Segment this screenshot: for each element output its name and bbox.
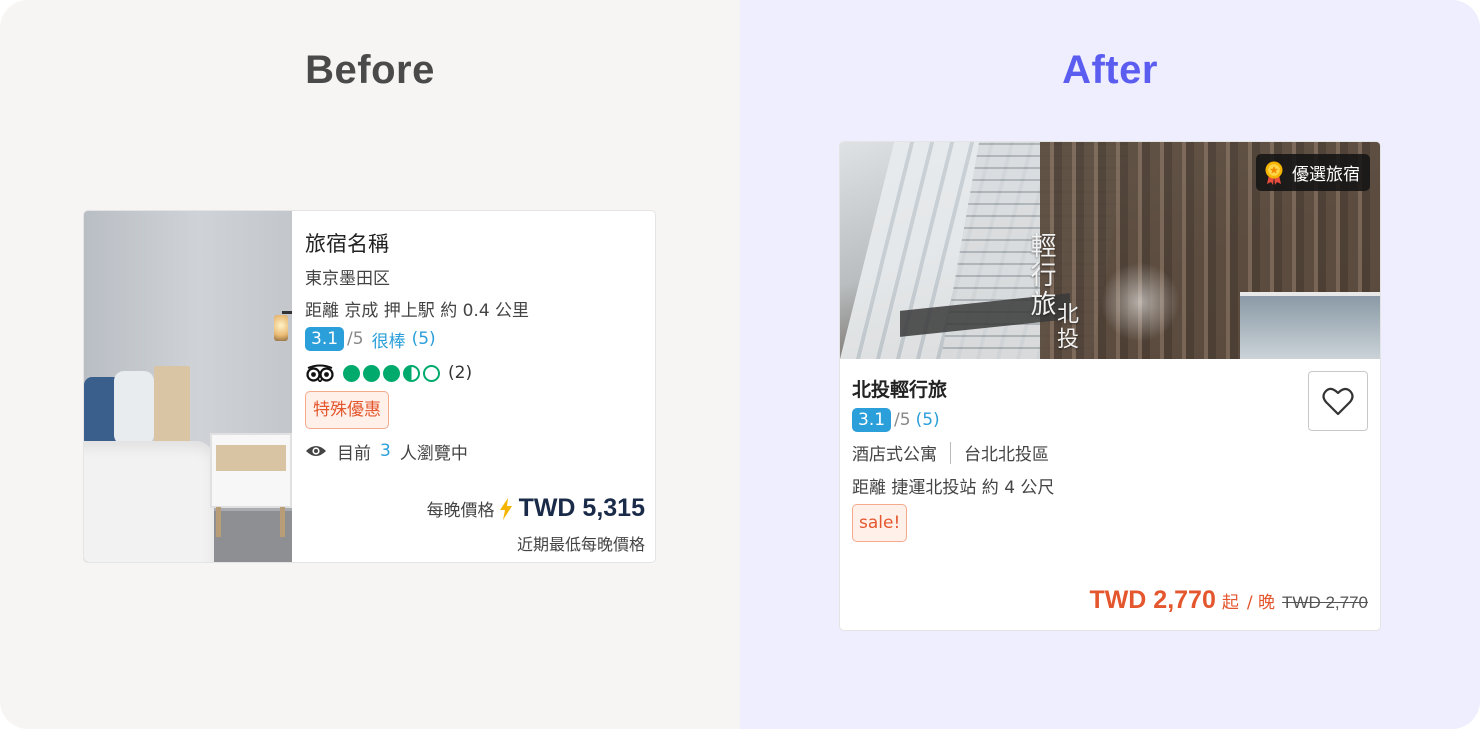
price-row: 每晚價格 TWD 5,315 (427, 494, 645, 523)
price-row: TWD 2,770 起 / 晚 TWD 2,770 (1089, 586, 1368, 615)
hotel-distance: 距離 捷運北投站 約 4 公尺 (852, 478, 1055, 498)
price-value: TWD 5,315 (518, 494, 645, 522)
viewers-count: 3 (380, 441, 391, 461)
price-from-label: 起 (1221, 593, 1239, 613)
comparison-frame: Before After 旅宿名稱 東京墨田区 距離 京成 押上駅 約 0.4 … (0, 0, 1480, 729)
photo-nightstand-leg (280, 507, 285, 537)
rating-count[interactable]: (5) (916, 410, 940, 430)
eye-icon (306, 446, 326, 456)
photo-sign-text: 北投 (1053, 302, 1078, 352)
hotel-district: 台北北投區 (964, 445, 1049, 465)
tripadvisor-count: (2) (448, 363, 473, 383)
hotel-name[interactable]: 北投輕行旅 (852, 375, 947, 402)
photo-drawer (216, 445, 286, 471)
hotel-area: 東京墨田区 (305, 269, 390, 289)
before-hotel-card[interactable]: 旅宿名稱 東京墨田区 距離 京成 押上駅 約 0.4 公里 3.1 /5 很棒 … (83, 210, 656, 563)
original-price: TWD 2,770 (1282, 593, 1368, 612)
tripadvisor-owl-icon (306, 364, 334, 382)
medal-icon (1265, 161, 1283, 185)
hotel-name[interactable]: 旅宿名稱 (305, 228, 389, 258)
rating-bubble-full (383, 364, 400, 382)
price-value: TWD 2,770 (1089, 586, 1216, 614)
photo-window (1240, 292, 1380, 359)
price-label: 每晚價格 (426, 501, 495, 521)
rating-count[interactable]: (5) (412, 329, 436, 349)
photo-lamp-arm (282, 311, 292, 314)
heart-icon (1322, 387, 1354, 416)
photo-lamp (274, 315, 288, 341)
before-card-body: 旅宿名稱 東京墨田区 距離 京成 押上駅 約 0.4 公里 3.1 /5 很棒 … (292, 211, 655, 562)
rating-word[interactable]: 很棒 (372, 327, 406, 352)
preferred-stay-badge: 優選旅宿 (1256, 154, 1370, 191)
live-viewers: 目前 3 人瀏覽中 (305, 440, 468, 464)
property-type: 酒店式公寓 (852, 445, 937, 465)
hotel-photo[interactable] (84, 211, 292, 562)
favorite-button[interactable] (1308, 371, 1368, 431)
rating-bubble-full (343, 364, 360, 382)
rating-bubble-full (363, 364, 380, 382)
rating-max: /5 (347, 329, 364, 349)
meta-divider (950, 441, 951, 464)
photo-nightstand-leg (216, 507, 221, 537)
rating-row: 3.1 /5 (5) (852, 408, 940, 432)
per-night-label: / 晚 (1246, 593, 1276, 613)
preferred-stay-label: 優選旅宿 (1292, 165, 1360, 185)
photo-bed (84, 441, 214, 562)
before-heading: Before (305, 48, 435, 92)
tripadvisor-row: (2) (305, 362, 472, 384)
after-hotel-card[interactable]: 輕行旅 北投 優選旅宿 北投輕行旅 3.1 /5 (5) 酒店式公寓 台北北投區… (839, 141, 1381, 631)
special-offer-tag: 特殊優惠 (305, 391, 389, 429)
rating-score-badge: 3.1 (305, 327, 345, 351)
rating-max: /5 (894, 410, 911, 430)
viewers-suffix: 人瀏覽中 (399, 443, 468, 464)
after-heading: After (1062, 48, 1158, 92)
sale-tag: sale! (852, 504, 908, 542)
rating-bubble-half (403, 364, 420, 382)
hotel-photo[interactable]: 輕行旅 北投 優選旅宿 (840, 142, 1380, 359)
photo-light-flare (1100, 262, 1180, 342)
photo-pillow (114, 371, 154, 445)
lightning-icon (499, 497, 512, 520)
price-note: 近期最低每晚價格 (516, 535, 645, 554)
hotel-meta: 酒店式公寓 台北北投區 (852, 440, 1049, 465)
hotel-distance: 距離 京成 押上駅 約 0.4 公里 (305, 301, 530, 321)
rating-bubble-empty (423, 364, 440, 382)
rating-row: 3.1 /5 很棒 (5) (305, 327, 436, 352)
viewers-prefix: 目前 (337, 443, 371, 464)
rating-score-badge: 3.1 (852, 408, 892, 432)
